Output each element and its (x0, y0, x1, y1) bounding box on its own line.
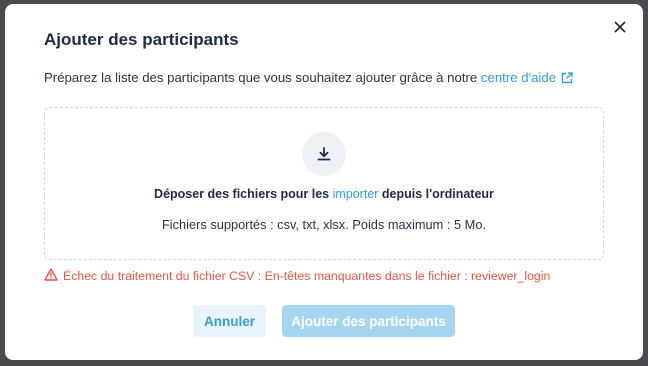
dialog-title: Ajouter des participants (44, 30, 239, 49)
help-center-link[interactable]: centre d'aide (481, 70, 573, 85)
add-participants-button[interactable]: Ajouter des participants (282, 305, 455, 337)
cancel-button[interactable]: Annuler (193, 305, 266, 337)
help-center-link-label: centre d'aide (480, 70, 557, 85)
warning-icon (44, 268, 63, 284)
file-dropzone[interactable]: Déposer des fichiers pour les importer d… (44, 107, 604, 260)
intro-label: Préparez la liste des participants que v… (44, 70, 481, 85)
dropzone-text-before: Déposer des fichiers pour les (154, 187, 333, 201)
error-text: Échec du traitement du fichier CSV : En-… (63, 269, 551, 283)
download-icon (302, 132, 346, 176)
error-message: Échec du traitement du fichier CSV : En-… (44, 268, 550, 284)
close-icon[interactable] (611, 18, 629, 36)
external-link-icon (561, 72, 573, 87)
intro-text: Préparez la liste des participants que v… (44, 70, 573, 87)
supported-formats: Fichiers supportés : csv, txt, xlsx. Poi… (161, 217, 487, 232)
dropzone-instructions: Déposer des fichiers pour les importer d… (45, 187, 603, 201)
import-link[interactable]: importer (333, 187, 379, 201)
dropzone-text-after: depuis l'ordinateur (378, 187, 494, 201)
add-participants-dialog: Ajouter des participants Préparez la lis… (5, 4, 643, 360)
